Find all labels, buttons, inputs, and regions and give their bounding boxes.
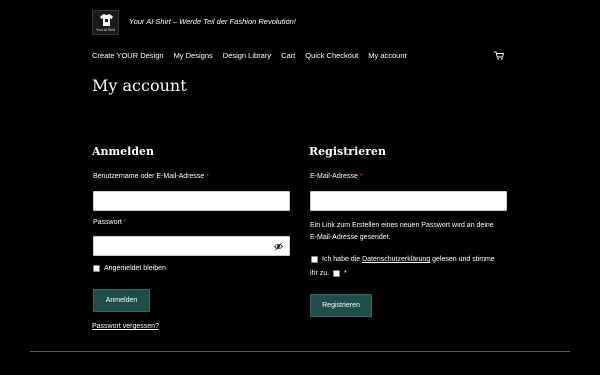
cart-icon[interactable] xyxy=(494,51,504,60)
site-tagline: Your AI Shirt – Werde Teil der Fashion R… xyxy=(129,17,296,26)
username-input[interactable] xyxy=(93,191,290,211)
page-title: My account xyxy=(92,76,187,95)
site-logo[interactable]: Your AI Shirt xyxy=(92,10,119,35)
register-email-input[interactable] xyxy=(310,191,507,211)
register-info-line2: E-Mail-Adresse gesendet. xyxy=(310,234,391,241)
register-button[interactable]: Registrieren xyxy=(310,294,372,317)
privacy-checkbox[interactable] xyxy=(311,256,318,263)
nav-item-my-designs[interactable]: My Designs xyxy=(174,51,213,60)
login-heading: Anmelden xyxy=(92,145,155,158)
required-mark: * xyxy=(123,219,127,226)
logo-text: Your AI Shirt xyxy=(95,28,116,32)
required-mark: * xyxy=(359,173,363,180)
privacy-policy-link[interactable]: Datenschutzerklärung xyxy=(362,256,430,263)
password-label: Passwort * xyxy=(93,219,127,226)
privacy-text-line2: ihr zu. xyxy=(310,270,330,277)
privacy-checkbox-confirm[interactable] xyxy=(333,270,340,277)
login-button[interactable]: Anmelden xyxy=(93,289,150,312)
nav-item-create-design[interactable]: Create YOUR Design xyxy=(92,51,164,60)
username-label: Benutzername oder E-Mail-Adresse * xyxy=(93,173,209,180)
nav-item-design-library[interactable]: Design Library xyxy=(223,51,271,60)
remember-label: Angemeldet bleiben xyxy=(104,265,166,272)
footer-divider xyxy=(30,351,570,352)
required-mark: * xyxy=(344,270,347,277)
nav-item-quick-checkout[interactable]: Quick Checkout xyxy=(305,51,358,60)
tshirt-icon xyxy=(100,14,113,26)
email-label: E-Mail-Adresse * xyxy=(310,173,363,180)
register-heading: Registrieren xyxy=(309,145,387,158)
forgot-password-link[interactable]: Passwort vergessen? xyxy=(92,320,159,333)
nav-item-my-account[interactable]: My account xyxy=(368,51,406,60)
remember-checkbox[interactable] xyxy=(93,265,100,272)
password-input[interactable] xyxy=(93,236,290,256)
privacy-text: Ich habe die Datenschutzerklärung gelese… xyxy=(322,256,495,263)
required-mark: * xyxy=(206,173,209,180)
nav-item-cart[interactable]: Cart xyxy=(281,51,295,60)
eye-slash-icon[interactable] xyxy=(274,242,283,251)
main-nav: Create YOUR Design My Designs Design Lib… xyxy=(92,51,417,60)
